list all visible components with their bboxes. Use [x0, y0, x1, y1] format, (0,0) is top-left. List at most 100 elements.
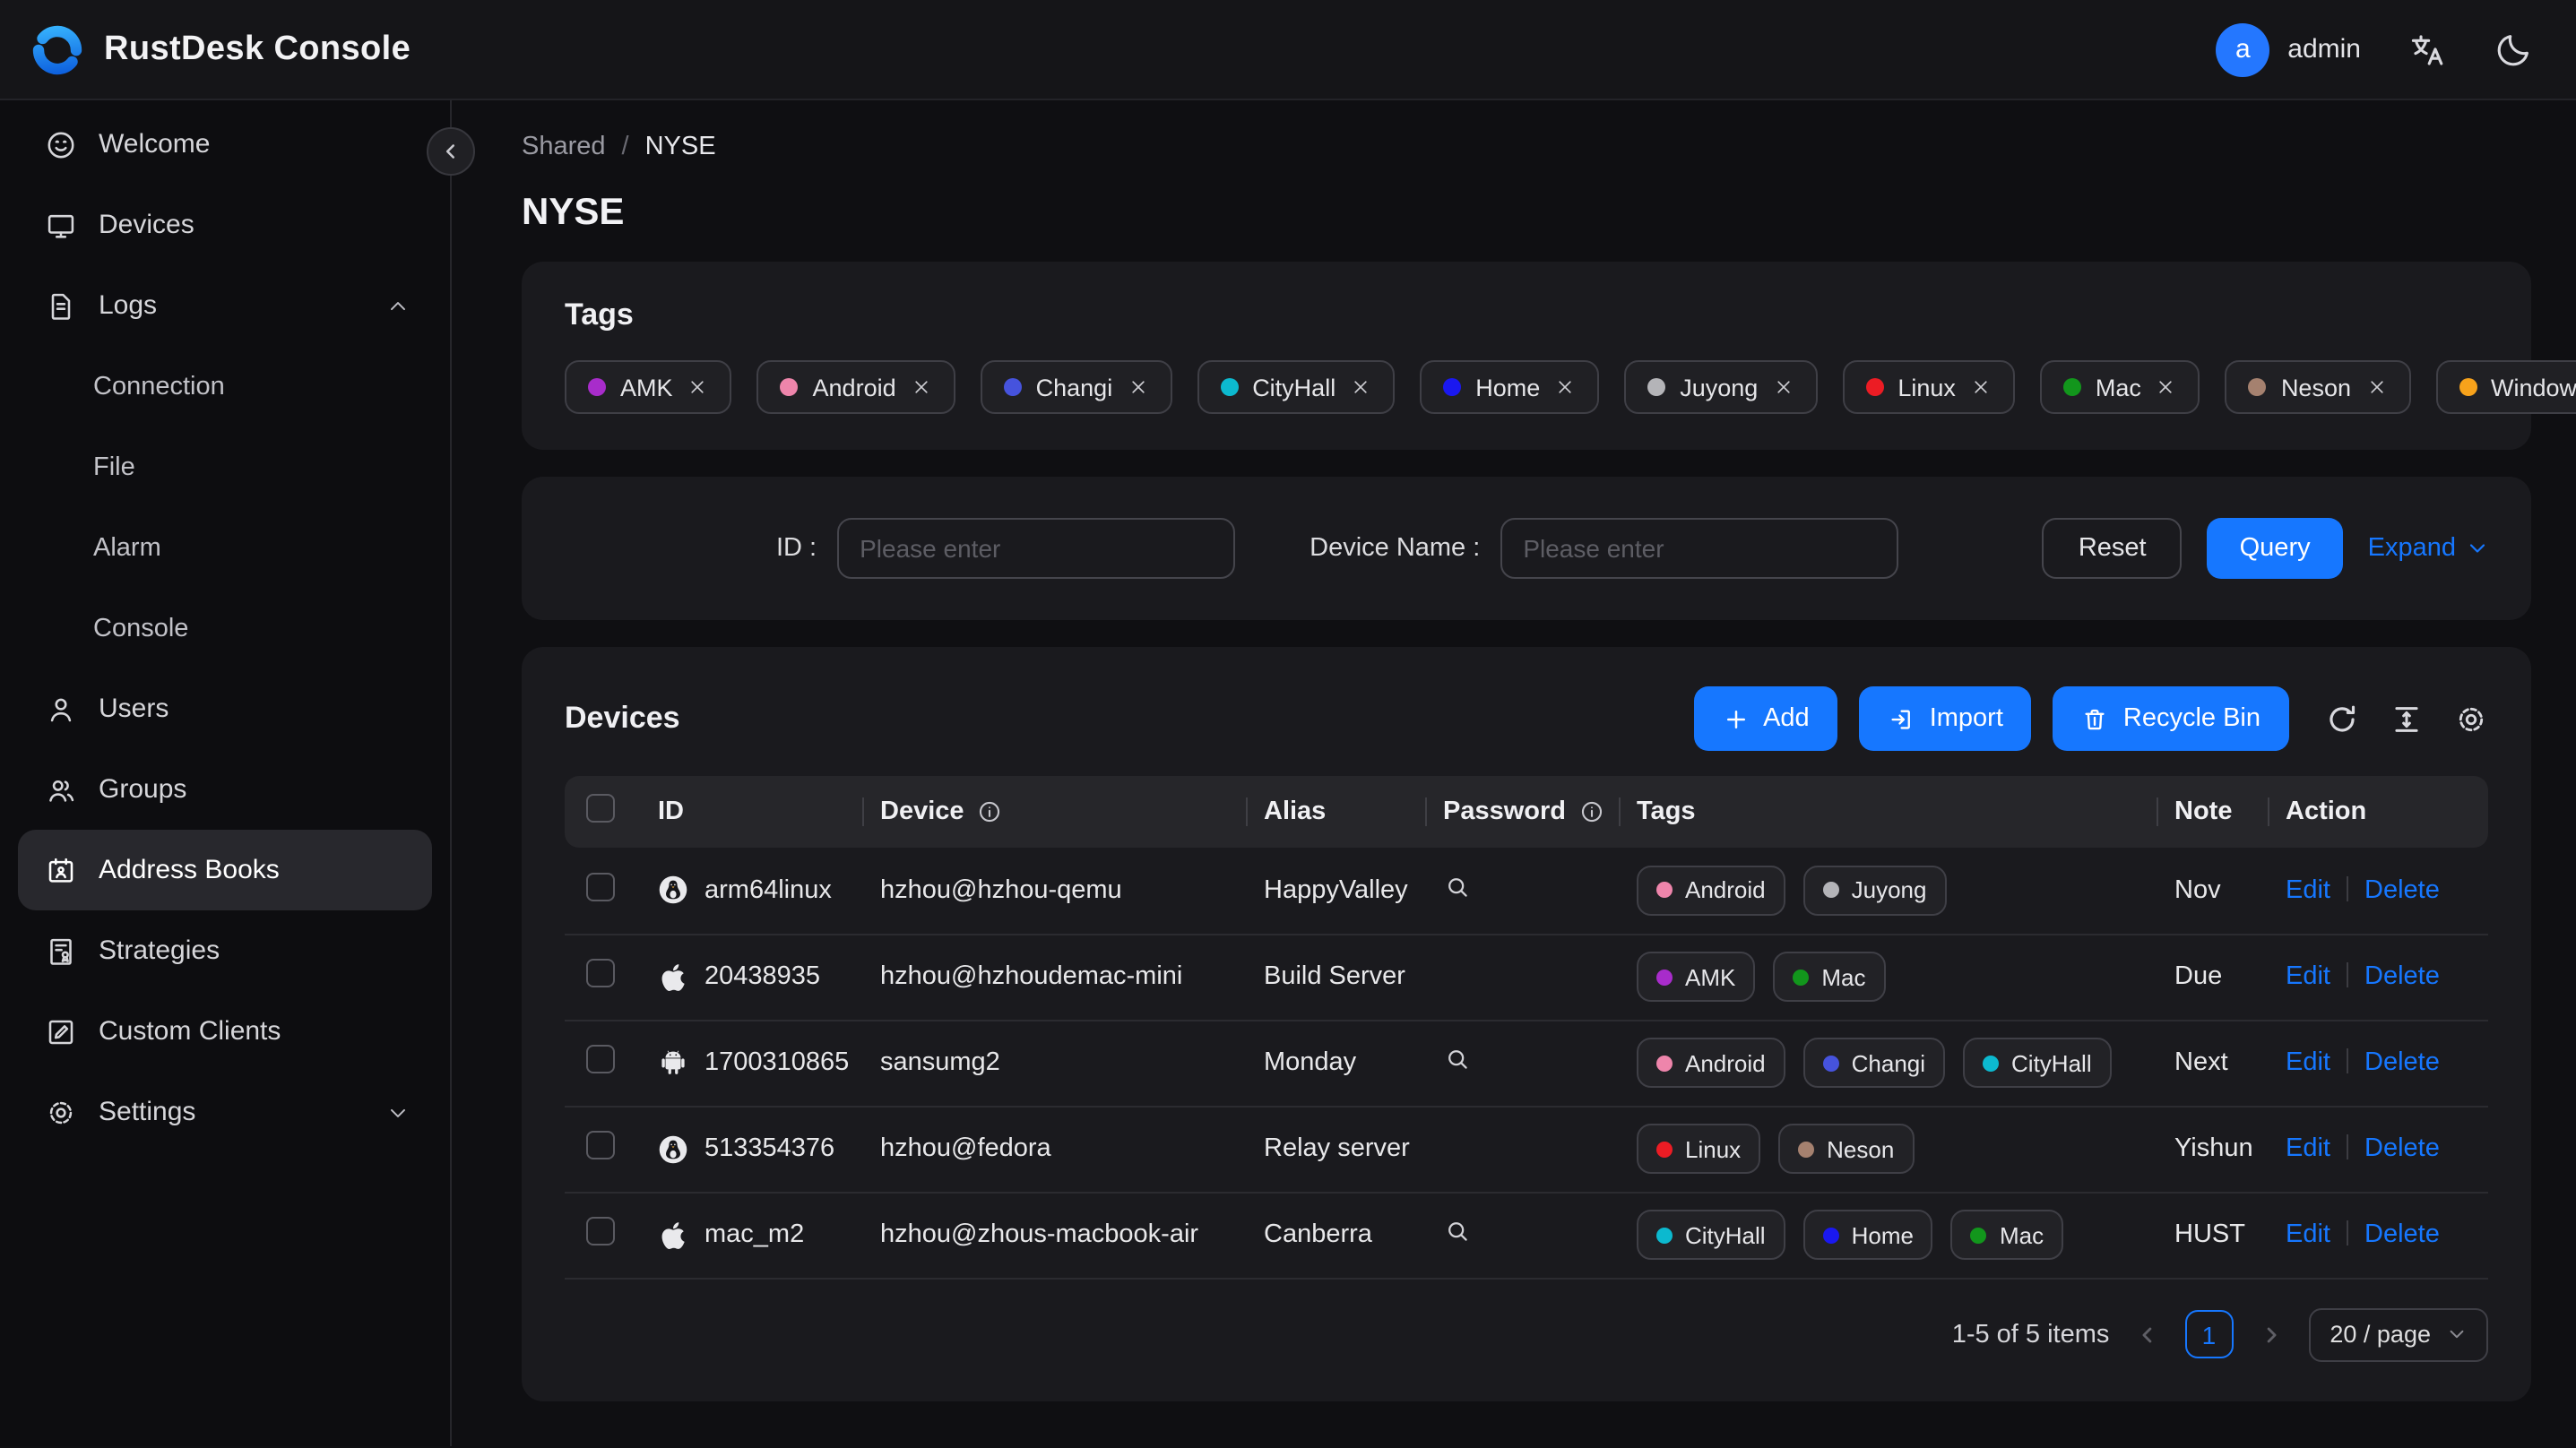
close-icon[interactable] [1772, 376, 1794, 398]
sidebar-subitem-alarm[interactable]: Alarm [18, 507, 432, 588]
device-note: Nov [2157, 848, 2268, 935]
tag-chip-amk: AMK [565, 360, 732, 414]
sidebar-item-custom-clients[interactable]: Custom Clients [18, 991, 432, 1072]
table-settings-gear-icon[interactable] [2454, 702, 2488, 736]
import-button[interactable]: Import [1859, 686, 2032, 751]
close-icon[interactable] [687, 376, 709, 398]
prev-page-icon[interactable] [2134, 1322, 2159, 1347]
close-icon[interactable] [911, 376, 932, 398]
close-icon[interactable] [2156, 376, 2177, 398]
next-page-icon[interactable] [2258, 1322, 2283, 1347]
reset-button[interactable]: Reset [2042, 518, 2183, 579]
row-checkbox[interactable] [586, 872, 615, 901]
sidebar-subitem-file[interactable]: File [18, 427, 432, 507]
sidebar-subitem-console[interactable]: Console [18, 588, 432, 668]
chevron-down-icon [2450, 1330, 2464, 1339]
smiley-icon [45, 128, 77, 160]
sidebar-subitem-connection[interactable]: Connection [18, 346, 432, 427]
delete-link[interactable]: Delete [2364, 962, 2440, 991]
device-name: hzhou@hzhoudemac-mini [862, 934, 1246, 1021]
tag-chip-cityhall: CityHall [1197, 360, 1396, 414]
tag-color-dot [1970, 1227, 1987, 1243]
rustdesk-logo-icon [29, 21, 86, 78]
row-checkbox[interactable] [586, 1045, 615, 1073]
reveal-password-icon[interactable] [1443, 1217, 1472, 1245]
refresh-icon[interactable] [2325, 702, 2359, 736]
breadcrumb-shared[interactable]: Shared [522, 133, 606, 161]
tag-label: Android [812, 374, 896, 401]
edit-link[interactable]: Edit [2286, 876, 2330, 905]
row-checkbox[interactable] [586, 959, 615, 987]
add-button[interactable]: Add [1693, 686, 1838, 751]
id-input[interactable] [836, 518, 1235, 579]
page-number-button[interactable]: 1 [2184, 1310, 2234, 1358]
device-id: 513354376 [705, 1134, 835, 1163]
info-icon[interactable] [977, 799, 1002, 824]
contacts-icon [45, 854, 77, 886]
user-icon [45, 693, 77, 725]
close-icon[interactable] [1554, 376, 1576, 398]
tag-label: Juyong [1680, 374, 1759, 401]
tag-chip-neson: Neson [1778, 1124, 1915, 1174]
delete-link[interactable]: Delete [2364, 876, 2440, 905]
action-divider [2347, 1048, 2348, 1073]
sidebar-item-strategies[interactable]: Strategies [18, 910, 432, 991]
device-row-arm64linux: arm64linux hzhou@hzhou-qemu HappyValley And… [565, 848, 2488, 935]
tags-row: AMK Android Changi CityHall Home Juyong Linux M… [565, 360, 2576, 414]
reveal-password-icon[interactable] [1443, 873, 1472, 901]
sidebar-item-settings[interactable]: Settings [18, 1072, 432, 1152]
device-id: mac_m2 [705, 1220, 805, 1249]
select-all-checkbox[interactable] [586, 794, 615, 823]
close-icon[interactable] [1350, 376, 1371, 398]
tag-chip-mac: Mac [1950, 1210, 2064, 1260]
theme-toggle-moon-icon[interactable] [2494, 30, 2533, 69]
apple-os-icon [658, 961, 688, 992]
tag-color-dot [1003, 378, 1022, 396]
page-size-select[interactable]: 20 / page [2308, 1307, 2488, 1361]
delete-link[interactable]: Delete [2364, 1134, 2440, 1163]
column-password: Password [1425, 776, 1619, 848]
app-shell: Welcome Devices Logs Connection File Alarm Con… [0, 100, 2576, 1446]
sidebar-item-users[interactable]: Users [18, 668, 432, 749]
linux-os-icon [658, 875, 688, 906]
row-height-icon[interactable] [2390, 702, 2424, 736]
tag-chip-android: Android [1637, 1038, 1785, 1088]
delete-link[interactable]: Delete [2364, 1220, 2440, 1249]
brand-title: RustDesk Console [104, 30, 411, 67]
tag-color-dot [1656, 1141, 1673, 1157]
query-button[interactable]: Query [2207, 518, 2343, 579]
close-icon[interactable] [1127, 376, 1148, 398]
chevron-up-icon [385, 293, 411, 318]
edit-link[interactable]: Edit [2286, 1134, 2330, 1163]
device-name-input[interactable] [1500, 518, 1898, 579]
edit-link[interactable]: Edit [2286, 1048, 2330, 1077]
sidebar-collapse-button[interactable] [427, 127, 475, 176]
android-os-icon [658, 1047, 688, 1078]
device-note: Due [2157, 934, 2268, 1021]
tag-label: Changi [1035, 374, 1113, 401]
expand-toggle[interactable]: Expand [2368, 534, 2488, 563]
sidebar-item-devices[interactable]: Devices [18, 185, 432, 265]
tag-label: Neson [2280, 374, 2351, 401]
translate-icon[interactable] [2407, 30, 2447, 69]
edit-link[interactable]: Edit [2286, 1220, 2330, 1249]
tag-chip-mac: Mac [1773, 952, 1886, 1002]
sidebar-item-logs[interactable]: Logs [18, 265, 432, 346]
sidebar-item-welcome[interactable]: Welcome [18, 104, 432, 185]
sidebar-item-address-books[interactable]: Address Books [18, 830, 432, 910]
edit-link[interactable]: Edit [2286, 962, 2330, 991]
row-checkbox[interactable] [586, 1217, 615, 1245]
device-row-20438935: 20438935 hzhou@hzhoudemac-mini Build Serve… [565, 934, 2488, 1021]
tags-card: Tags AMK Android Changi CityHall Home Juyong L… [522, 262, 2576, 450]
close-icon[interactable] [2365, 376, 2387, 398]
info-icon[interactable] [1578, 799, 1604, 824]
close-icon[interactable] [1970, 376, 1992, 398]
rustdesk-console-app: RustDesk Console a admin Welcome Devices L… [0, 0, 2576, 1448]
row-checkbox[interactable] [586, 1131, 615, 1159]
recycle-bin-button[interactable]: Recycle Bin [2053, 686, 2289, 751]
device-name: hzhou@zhous-macbook-air [862, 1192, 1246, 1279]
delete-link[interactable]: Delete [2364, 1048, 2440, 1077]
reveal-password-icon[interactable] [1443, 1045, 1472, 1073]
sidebar-item-groups[interactable]: Groups [18, 749, 432, 830]
user-menu[interactable]: a admin [2216, 22, 2361, 76]
